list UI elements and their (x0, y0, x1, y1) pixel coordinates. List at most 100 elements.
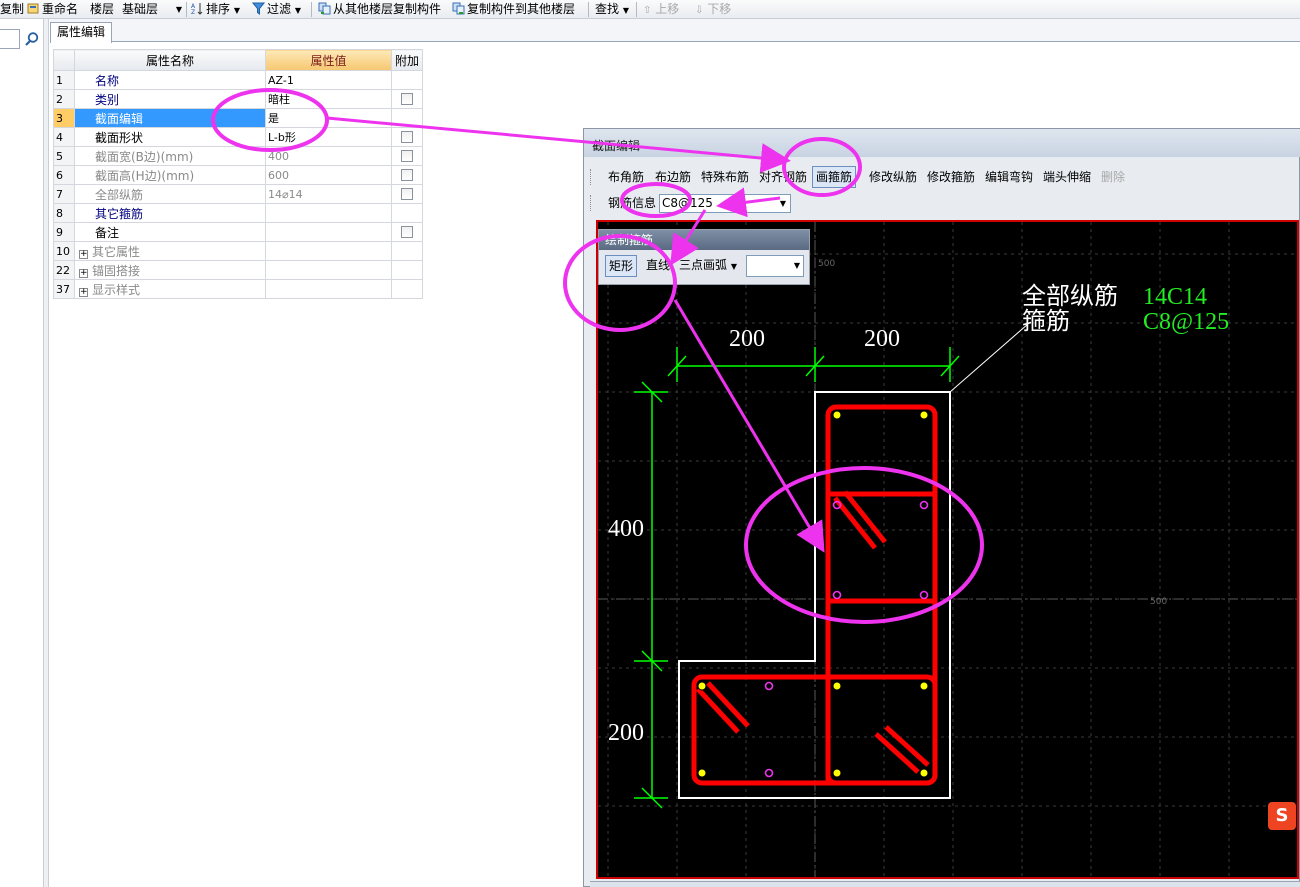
table-row[interactable]: 6 截面高(H边)(mm) 600 (53, 165, 423, 185)
extra-checkbox[interactable] (401, 150, 413, 162)
modify-long-bar-button[interactable]: 修改纵筋 (869, 169, 917, 185)
stirrup-vertical[interactable] (825, 404, 938, 786)
tab-property-edit[interactable]: 属性编辑 (50, 22, 112, 43)
property-group[interactable]: + 锚固搭接 (74, 260, 266, 280)
column-header-name[interactable]: 属性名称 (74, 49, 266, 71)
line-button[interactable]: 直线 (646, 255, 670, 277)
section-editor-title[interactable]: 截面编辑 (584, 129, 1300, 157)
table-row-selected[interactable]: 3 截面编辑 是 (53, 108, 423, 128)
extra-checkbox[interactable] (401, 169, 413, 181)
property-name: 截面宽(B边)(mm) (74, 146, 266, 166)
corner-bar[interactable] (832, 410, 842, 420)
expand-icon[interactable]: + (79, 287, 88, 297)
section-canvas[interactable]: 500 500 200 200 400 200 全部纵筋 14C14 箍筋 C8… (596, 220, 1299, 879)
table-row[interactable]: 9 备注 (53, 222, 423, 242)
table-row-group[interactable]: 10 + 其它属性 (53, 241, 423, 261)
corner-bar[interactable] (919, 410, 929, 420)
property-value[interactable]: 是 (265, 108, 392, 128)
modify-stirrup-button[interactable]: 修改箍筋 (927, 169, 975, 185)
property-value[interactable]: L-b形 (265, 127, 392, 147)
dimension-text: 400 (608, 516, 644, 542)
copy-to-floor-button[interactable]: 复制构件到其他楼层 (452, 2, 575, 17)
property-value[interactable] (265, 222, 392, 242)
row-number: 37 (53, 279, 75, 299)
corner-bar[interactable] (919, 768, 929, 778)
ime-badge-icon[interactable]: S (1268, 802, 1296, 830)
property-value[interactable] (265, 203, 392, 223)
property-group[interactable]: + 显示样式 (74, 279, 266, 299)
search-icon[interactable] (24, 31, 40, 47)
stirrup-spec-select[interactable]: ▼ (746, 255, 804, 277)
delete-button[interactable]: 删除 (1101, 169, 1125, 185)
extra-checkbox[interactable] (401, 131, 413, 143)
draw-stirrup-popup-title[interactable]: 绘制箍筋 (599, 230, 809, 250)
property-value[interactable]: 14⌀14 (265, 184, 392, 204)
place-corner-bar-button[interactable]: 布角筋 (608, 169, 644, 185)
edge-bar[interactable] (919, 590, 929, 600)
rectangle-button[interactable]: 矩形 (605, 255, 638, 277)
align-bars-button[interactable]: 对齐钢筋 (759, 169, 807, 185)
table-row[interactable]: 8 其它箍筋 (53, 203, 423, 223)
property-value[interactable]: 暗柱 (265, 89, 392, 109)
long-bar-label: 全部纵筋 (1022, 283, 1118, 310)
special-bar-button[interactable]: 特殊布筋 (701, 169, 749, 185)
table-row[interactable]: 2 类别 暗柱 (53, 89, 423, 109)
panel-splitter[interactable] (44, 19, 49, 887)
copy-button[interactable]: 复制 (0, 2, 24, 17)
section-editor-toolbar: 布角筋 布边筋 特殊布筋 对齐钢筋 画箍筋 修改纵筋 修改箍筋 编辑弯钩 端头伸… (590, 165, 1295, 189)
search-input[interactable] (0, 29, 20, 49)
filter-button[interactable]: 过滤 ▼ (252, 2, 301, 17)
extra-checkbox[interactable] (401, 226, 413, 238)
extra-cell (391, 184, 423, 204)
dimension-text: 200 (864, 326, 900, 352)
edge-bar[interactable] (832, 590, 842, 600)
floor-select[interactable]: 基础层 ▼ (122, 2, 184, 17)
edge-bar[interactable] (764, 768, 774, 778)
steel-info-select[interactable]: C8@125 ▼ (659, 194, 791, 213)
corner-bar[interactable] (832, 681, 842, 691)
move-down-button[interactable]: ⇩ 下移 (695, 2, 731, 17)
corner-bar[interactable] (919, 681, 929, 691)
corner-bar[interactable] (697, 681, 707, 691)
edge-bar[interactable] (764, 681, 774, 691)
property-value (265, 279, 392, 299)
sort-button[interactable]: A Z 排序 ▼ (191, 2, 240, 17)
corner-bar[interactable] (832, 768, 842, 778)
table-row-group[interactable]: 22 + 锚固搭接 (53, 260, 423, 280)
corner-bar[interactable] (697, 768, 707, 778)
table-row[interactable]: 4 截面形状 L-b形 (53, 127, 423, 147)
expand-icon[interactable]: + (79, 268, 88, 278)
floor-select-value: 基础层 (122, 2, 159, 16)
toolbar-grip[interactable] (590, 195, 593, 211)
edit-hook-button[interactable]: 编辑弯钩 (985, 169, 1033, 185)
expand-icon[interactable]: + (79, 249, 88, 259)
toolbar-grip[interactable] (590, 169, 593, 185)
row-number: 10 (53, 241, 75, 261)
three-point-arc-button[interactable]: 三点画弧 ▼ (679, 255, 737, 277)
long-bars[interactable] (697, 410, 929, 778)
chevron-down-icon: ▼ (175, 5, 182, 14)
column-header-extra[interactable]: 附加 (391, 49, 423, 71)
column-header-value[interactable]: 属性值 (265, 49, 392, 71)
table-row[interactable]: 7 全部纵筋 14⌀14 (53, 184, 423, 204)
property-value[interactable]: 600 (265, 165, 392, 185)
place-edge-bar-button[interactable]: 布边筋 (655, 169, 691, 185)
property-value[interactable]: 400 (265, 146, 392, 166)
property-value[interactable]: AZ-1 (265, 70, 392, 90)
table-row[interactable]: 1 名称 AZ-1 (53, 70, 423, 90)
move-up-button[interactable]: ⇧ 上移 (643, 2, 679, 17)
draw-stirrup-button[interactable]: 画箍筋 (812, 166, 857, 188)
extra-checkbox[interactable] (401, 93, 413, 105)
find-button[interactable]: 查找 ▼ (595, 2, 629, 17)
section-drawing[interactable]: 500 500 200 200 400 200 全部纵筋 14C14 箍筋 C8… (598, 222, 1297, 877)
property-group[interactable]: + 其它属性 (74, 241, 266, 261)
end-stretch-button[interactable]: 端头伸缩 (1043, 169, 1091, 185)
table-row[interactable]: 5 截面宽(B边)(mm) 400 (53, 146, 423, 166)
toolbar-divider (186, 2, 187, 17)
edge-bar[interactable] (919, 500, 929, 510)
extra-checkbox[interactable] (401, 188, 413, 200)
copy-from-floor-button[interactable]: 从其他楼层复制构件 (318, 2, 441, 17)
property-grid: 属性名称 属性值 附加 1 名称 AZ-1 2 类别 暗柱 3 截面编辑 是 4… (53, 49, 423, 299)
table-row-group[interactable]: 37 + 显示样式 (53, 279, 423, 299)
rename-button[interactable]: 重命名 (27, 2, 78, 17)
